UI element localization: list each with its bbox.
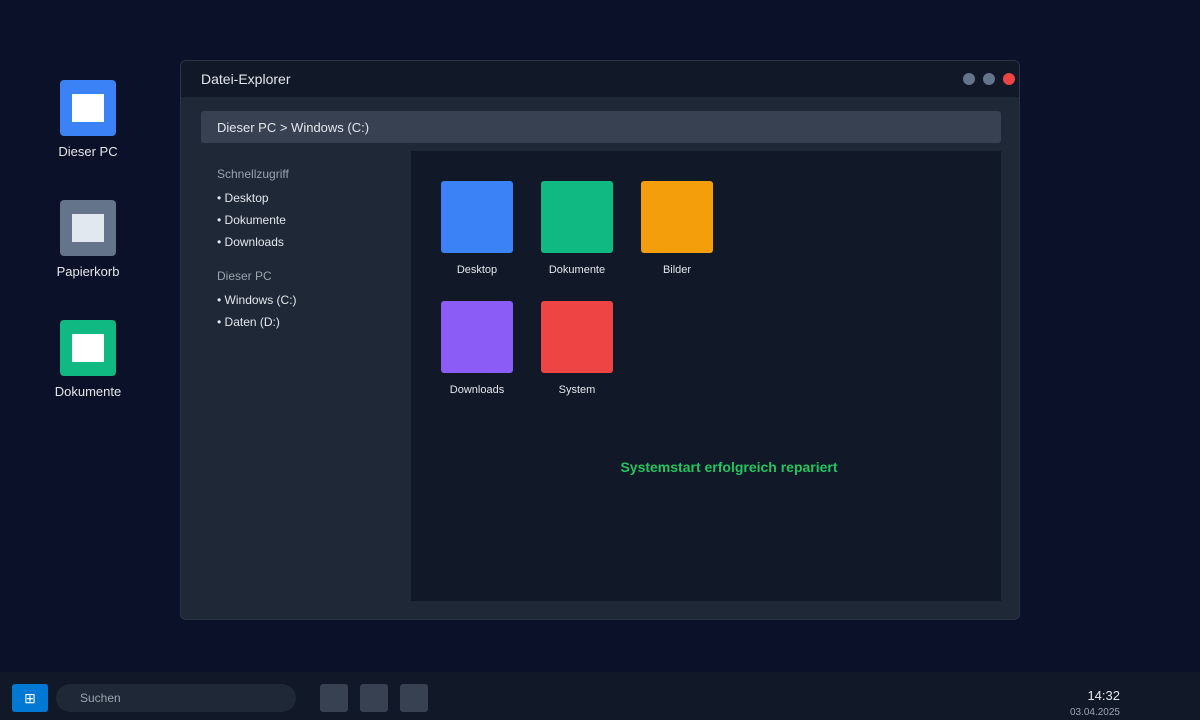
folder-documents[interactable]: Dokumente	[527, 181, 627, 276]
folder-desktop[interactable]: Desktop	[427, 181, 527, 276]
windows-icon: ⊞	[24, 689, 36, 706]
computer-icon	[60, 80, 116, 136]
breadcrumb: Dieser PC > Windows (C:)	[217, 119, 370, 135]
address-bar[interactable]: Dieser PC > Windows (C:)	[201, 111, 1001, 143]
sidebar-item-drive-c[interactable]: • Windows (C:)	[217, 293, 397, 315]
start-button[interactable]: ⊞	[12, 684, 48, 712]
folder-pictures[interactable]: Bilder	[627, 181, 727, 276]
folder-view: Desktop Dokumente Bilder Downloads Syste…	[411, 151, 1001, 601]
system-clock[interactable]: 14:32 03.04.2025	[1070, 688, 1120, 718]
search-input[interactable]: Suchen	[56, 684, 296, 712]
folder-icon	[541, 181, 613, 253]
documents-icon	[60, 320, 116, 376]
folder-label: Desktop	[456, 264, 498, 276]
sidebar-item-downloads[interactable]: • Downloads	[217, 235, 397, 257]
clock-time: 14:32	[1087, 688, 1120, 703]
window-title: Datei-Explorer	[201, 71, 291, 87]
desktop: Dieser PC Papierkorb Dokumente Datei-Exp…	[0, 0, 1200, 672]
folder-label: Bilder	[662, 264, 692, 276]
folder-icon	[441, 301, 513, 373]
taskbar-app-2[interactable]	[360, 684, 388, 712]
taskbar-app-1[interactable]	[320, 684, 348, 712]
window-controls	[963, 73, 1015, 85]
recycle-bin-icon	[60, 200, 116, 256]
close-button[interactable]	[1003, 73, 1015, 85]
desktop-icon-this-pc[interactable]: Dieser PC	[40, 80, 136, 159]
sidebar-section-quick-access: Schnellzugriff	[217, 167, 289, 181]
folder-icon	[541, 301, 613, 373]
taskbar-app-3[interactable]	[400, 684, 428, 712]
folder-label: Downloads	[449, 384, 505, 396]
sidebar-section-this-pc: Dieser PC	[217, 269, 272, 283]
folder-system[interactable]: System	[527, 301, 627, 396]
desktop-icon-label: Dieser PC	[58, 144, 118, 159]
desktop-icon-documents[interactable]: Dokumente	[40, 320, 136, 399]
sidebar-item-drive-d[interactable]: • Daten (D:)	[217, 315, 397, 337]
desktop-icon-recycle-bin[interactable]: Papierkorb	[40, 200, 136, 279]
desktop-icon-label: Papierkorb	[56, 264, 120, 279]
file-explorer-window: Datei-Explorer Dieser PC > Windows (C:) …	[180, 60, 1020, 620]
search-placeholder: Suchen	[80, 691, 121, 705]
sidebar-item-documents[interactable]: • Dokumente	[217, 213, 397, 235]
clock-date: 03.04.2025	[1069, 707, 1120, 718]
folder-icon	[441, 181, 513, 253]
folder-downloads[interactable]: Downloads	[427, 301, 527, 396]
folder-label: System	[558, 384, 596, 396]
window-titlebar[interactable]: Datei-Explorer	[181, 61, 1019, 97]
desktop-icon-label: Dokumente	[54, 384, 122, 399]
taskbar: ⊞ Suchen 14:32 03.04.2025	[0, 672, 1200, 720]
minimize-button[interactable]	[963, 73, 975, 85]
sidebar-item-desktop[interactable]: • Desktop	[217, 191, 397, 213]
status-message: Systemstart erfolgreich repariert	[620, 459, 838, 475]
folder-icon	[641, 181, 713, 253]
folder-label: Dokumente	[548, 264, 606, 276]
maximize-button[interactable]	[983, 73, 995, 85]
navigation-sidebar: Schnellzugriff • Desktop • Dokumente • D…	[217, 167, 397, 337]
